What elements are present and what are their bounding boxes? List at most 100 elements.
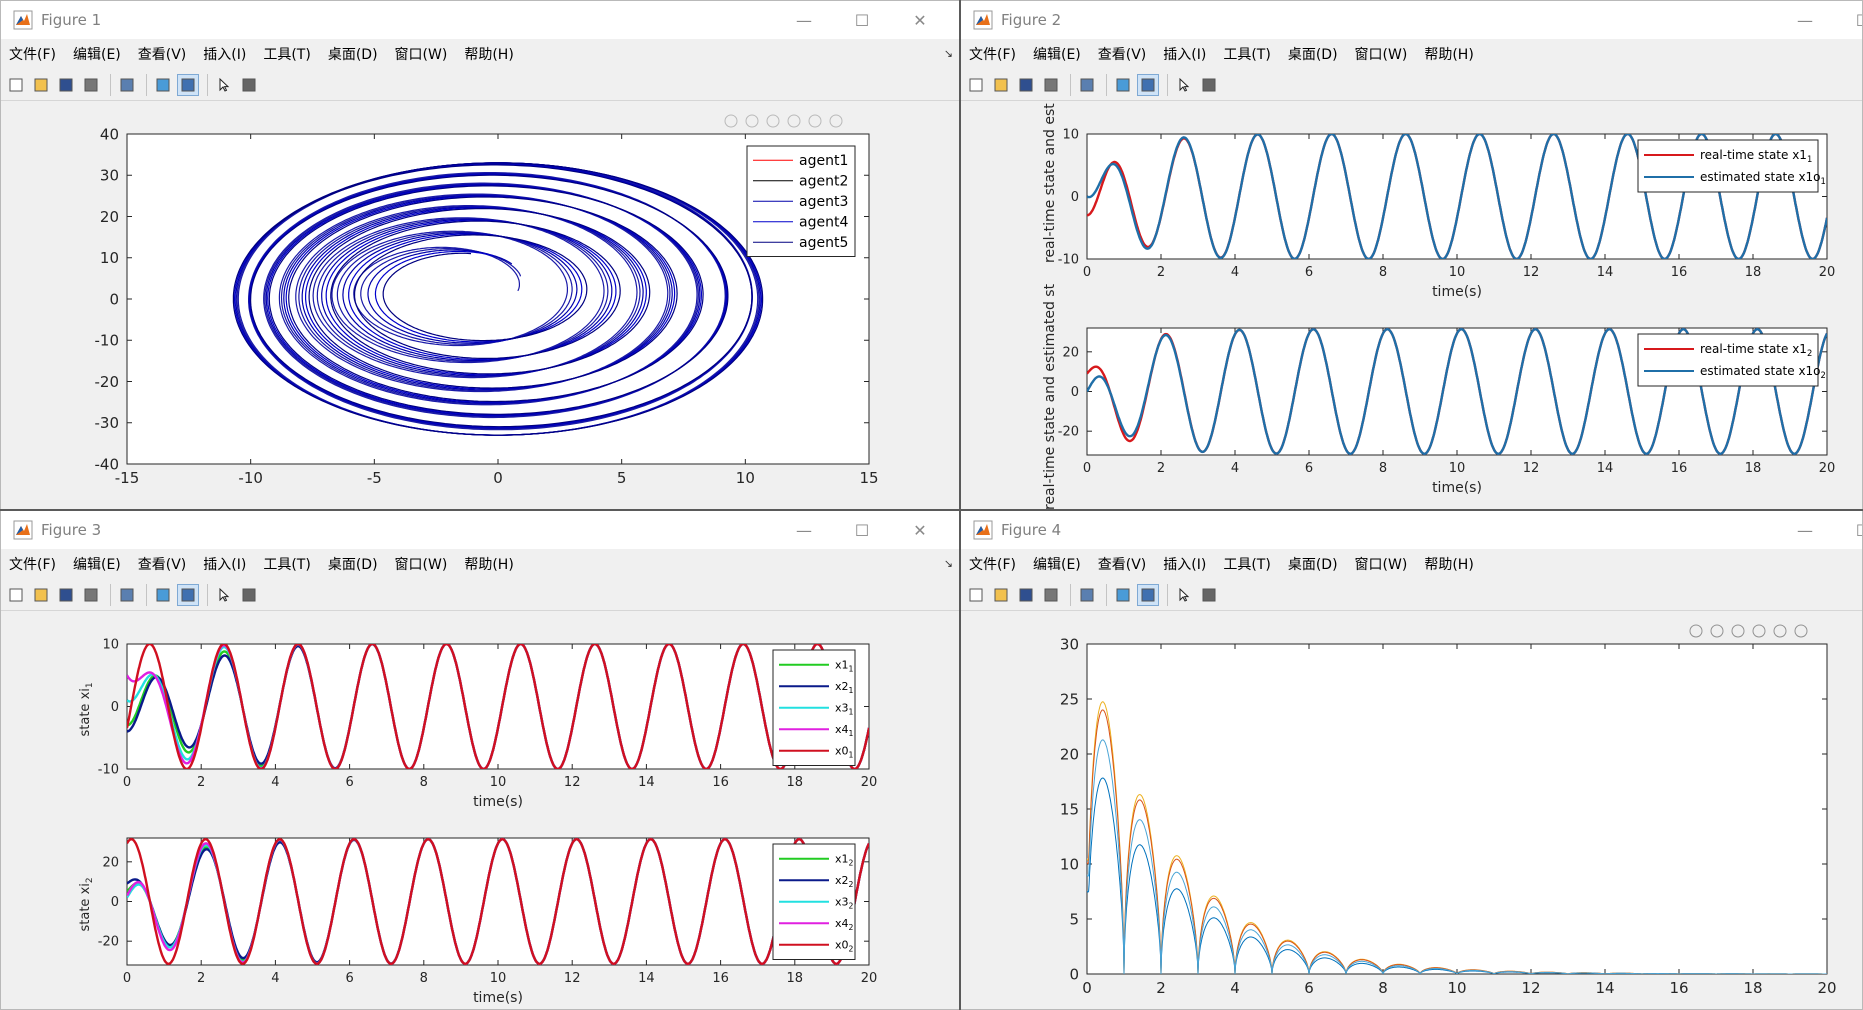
- menu-file[interactable]: 文件(F): [969, 554, 1016, 574]
- menu-window[interactable]: 窗口(W): [395, 44, 448, 64]
- colorbar-icon[interactable]: [1112, 584, 1134, 606]
- colorbar-icon[interactable]: [152, 74, 174, 96]
- menu-edit[interactable]: 编辑(E): [73, 44, 121, 64]
- menu-insert[interactable]: 插入(I): [203, 44, 246, 64]
- menu-help[interactable]: 帮助(H): [464, 44, 513, 64]
- menu-help[interactable]: 帮助(H): [1424, 554, 1473, 574]
- open-file-icon[interactable]: [30, 584, 52, 606]
- pointer-icon[interactable]: [213, 584, 235, 606]
- print-icon[interactable]: [1040, 584, 1062, 606]
- y-tick-label: 0: [1071, 385, 1079, 400]
- colorbar-icon[interactable]: [1112, 74, 1134, 96]
- open-file-icon[interactable]: [990, 74, 1012, 96]
- menu-desktop[interactable]: 桌面(D): [328, 44, 378, 64]
- toolbar-separator: [110, 73, 111, 96]
- colorbar-icon[interactable]: [152, 584, 174, 606]
- figure1-axes[interactable]: -15 -10 -5 0 5 10 15403020100-10-20-30-40agent…: [1, 102, 959, 509]
- menu-edit[interactable]: 编辑(E): [1033, 44, 1081, 64]
- legend-icon[interactable]: [1137, 73, 1159, 96]
- menu-edit[interactable]: 编辑(E): [73, 554, 121, 574]
- figure2-axes[interactable]: 0 2 4 6 8 10 12 14 16 18 20100-100 2 4 6 8 10 12 14 16 18 20…: [961, 36, 1862, 509]
- menu-view[interactable]: 查看(V): [1098, 554, 1147, 574]
- legend-icon[interactable]: [177, 73, 199, 96]
- menu-dock-arrow-icon[interactable]: ↘: [944, 557, 953, 570]
- menu-file[interactable]: 文件(F): [9, 44, 56, 64]
- new-figure-icon[interactable]: [965, 74, 987, 96]
- print-icon[interactable]: [80, 584, 102, 606]
- print-icon[interactable]: [80, 74, 102, 96]
- maximize-button[interactable]: ☐: [833, 1, 891, 39]
- toolbar: [1, 579, 959, 611]
- x-tick-label: 10: [1449, 265, 1466, 280]
- new-figure-icon[interactable]: [5, 74, 27, 96]
- new-figure-icon[interactable]: [5, 584, 27, 606]
- figure3-axes[interactable]: 0 2 4 6 8 10 12 14 16 18 20100-100 2 4 6 8 10 12 14 16 18 20…: [1, 612, 959, 1009]
- property-editor-icon[interactable]: [238, 74, 260, 96]
- menu-tools[interactable]: 工具(T): [263, 554, 310, 574]
- toolbar-separator: [1070, 583, 1071, 606]
- menu-window[interactable]: 窗口(W): [1355, 554, 1408, 574]
- menu-view[interactable]: 查看(V): [138, 44, 187, 64]
- open-file-icon[interactable]: [990, 584, 1012, 606]
- property-editor-icon[interactable]: [1198, 74, 1220, 96]
- save-icon[interactable]: [55, 584, 77, 606]
- legend-subscript: 2: [1807, 348, 1812, 358]
- menu-help[interactable]: 帮助(H): [1424, 44, 1473, 64]
- new-figure-icon[interactable]: [965, 584, 987, 606]
- menubar: 文件(F) 编辑(E) 查看(V) 插入(I) 工具(T) 桌面(D) 窗口(W…: [961, 39, 1862, 69]
- print-preview-icon[interactable]: [1076, 584, 1098, 606]
- menu-desktop[interactable]: 桌面(D): [1288, 44, 1338, 64]
- menu-window[interactable]: 窗口(W): [1355, 44, 1408, 64]
- print-preview-icon[interactable]: [116, 584, 138, 606]
- menu-insert[interactable]: 插入(I): [1163, 44, 1206, 64]
- legend-subscript: 2: [849, 945, 854, 954]
- menu-insert[interactable]: 插入(I): [1163, 554, 1206, 574]
- menu-file[interactable]: 文件(F): [9, 554, 56, 574]
- minimize-button[interactable]: —: [1776, 511, 1834, 549]
- menu-dock-arrow-icon[interactable]: ↘: [944, 47, 953, 60]
- close-button[interactable]: ✕: [891, 511, 949, 549]
- x-tick-label: 14: [1595, 979, 1614, 997]
- minimize-button[interactable]: —: [775, 511, 833, 549]
- pointer-icon[interactable]: [213, 74, 235, 96]
- print-icon[interactable]: [1040, 74, 1062, 96]
- minimize-button[interactable]: —: [775, 1, 833, 39]
- maximize-button[interactable]: ☐: [1834, 1, 1862, 39]
- pointer-icon[interactable]: [1173, 584, 1195, 606]
- print-preview-icon[interactable]: [116, 74, 138, 96]
- open-file-icon[interactable]: [30, 74, 52, 96]
- menu-view[interactable]: 查看(V): [138, 554, 187, 574]
- figure4-canvas: 0 2 4 6 8 10 12 14 16 18 20 30 25 20 15 10 5 0: [961, 612, 1862, 1009]
- menu-tools[interactable]: 工具(T): [1223, 554, 1270, 574]
- close-button[interactable]: ✕: [891, 1, 949, 39]
- save-icon[interactable]: [55, 74, 77, 96]
- menu-help[interactable]: 帮助(H): [464, 554, 513, 574]
- x-tick-label: 0: [1083, 265, 1091, 280]
- menu-tools[interactable]: 工具(T): [1223, 44, 1270, 64]
- menu-desktop[interactable]: 桌面(D): [328, 554, 378, 574]
- maximize-button[interactable]: ☐: [1834, 511, 1862, 549]
- menu-window[interactable]: 窗口(W): [395, 554, 448, 574]
- x-tick-label: 16: [712, 971, 729, 986]
- menu-insert[interactable]: 插入(I): [203, 554, 246, 574]
- menu-desktop[interactable]: 桌面(D): [1288, 554, 1338, 574]
- figure1-window: Figure 1 — ☐ ✕ 文件(F) 编辑(E) 查看(V) 插入(I) 工…: [0, 0, 960, 510]
- property-editor-icon[interactable]: [1198, 584, 1220, 606]
- legend-icon[interactable]: [177, 583, 199, 606]
- save-icon[interactable]: [1015, 584, 1037, 606]
- property-editor-icon[interactable]: [238, 584, 260, 606]
- menu-view[interactable]: 查看(V): [1098, 44, 1147, 64]
- save-icon[interactable]: [1015, 74, 1037, 96]
- pointer-icon[interactable]: [1173, 74, 1195, 96]
- y-tick-label: 10: [1060, 855, 1079, 873]
- toolbar: [1, 69, 959, 101]
- figure4-axes[interactable]: 0 2 4 6 8 10 12 14 16 18 20 30 25 20 15 10 5 0: [961, 612, 1862, 1009]
- maximize-button[interactable]: ☐: [833, 511, 891, 549]
- x-tick-label: 0: [123, 775, 131, 790]
- menu-edit[interactable]: 编辑(E): [1033, 554, 1081, 574]
- menu-file[interactable]: 文件(F): [969, 44, 1016, 64]
- minimize-button[interactable]: —: [1776, 1, 1834, 39]
- menu-tools[interactable]: 工具(T): [263, 44, 310, 64]
- print-preview-icon[interactable]: [1076, 74, 1098, 96]
- legend-icon[interactable]: [1137, 583, 1159, 606]
